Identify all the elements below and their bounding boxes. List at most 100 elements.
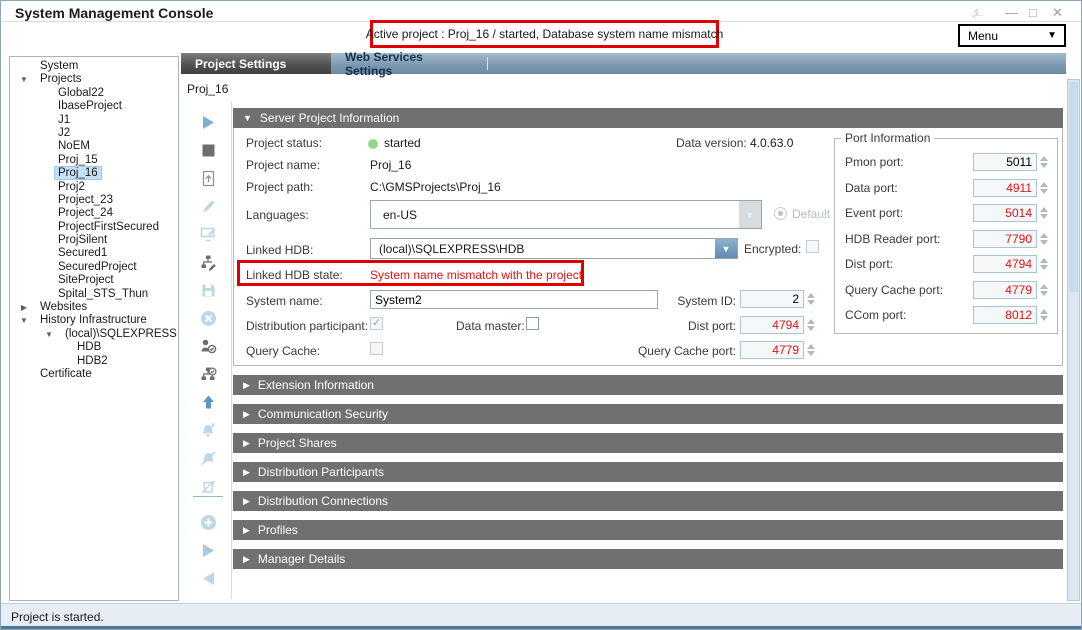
dist-port-spinner[interactable]: 4794 (740, 316, 816, 334)
tree-item[interactable]: ▼History Infrastructure (10, 314, 178, 327)
query-cache-port-spinner[interactable]: 4779 (740, 341, 816, 359)
chevron-down-icon[interactable]: ▼ (739, 201, 761, 228)
section-profiles[interactable]: ▶Profiles (233, 520, 1063, 540)
port-row: CCom port:8012 (835, 306, 1049, 324)
tree-item[interactable]: HDB2 (10, 355, 178, 368)
linked-hdb-state-value: System name mismatch with the project (370, 268, 582, 282)
section-project-shares[interactable]: ▶Project Shares (233, 433, 1063, 453)
activate-prev-icon[interactable] (196, 566, 220, 590)
edit-project-icon[interactable] (196, 194, 220, 218)
chevron-right-icon[interactable]: ▶ (14, 301, 34, 314)
start-project-icon[interactable] (196, 110, 220, 134)
query-cache-checkbox[interactable] (370, 342, 383, 355)
distribution-participant-checkbox[interactable] (370, 317, 383, 330)
cancel-icon[interactable] (196, 306, 220, 330)
maximize-button[interactable]: □ (1029, 5, 1037, 20)
port-label: Data port: (845, 181, 898, 195)
activate-next-icon[interactable] (196, 538, 220, 562)
tree-item-label: J1 (55, 114, 73, 126)
tree-item[interactable]: SiteProject (10, 274, 178, 287)
port-spinner[interactable]: 8012 (973, 306, 1049, 324)
upgrade-project-icon[interactable] (196, 390, 220, 414)
tree-item[interactable]: HDB (10, 341, 178, 354)
tree-item[interactable]: Proj2 (10, 181, 178, 194)
tree-item[interactable]: System (10, 60, 178, 73)
section-extension-information[interactable]: ▶Extension Information (233, 375, 1063, 395)
tree-item-label: Project_23 (55, 194, 116, 206)
port-spinner[interactable]: 4779 (973, 281, 1049, 299)
clear-data-icon[interactable] (196, 474, 220, 498)
data-master-checkbox[interactable] (526, 317, 539, 330)
menu-button[interactable]: Menu ▼ (958, 24, 1066, 47)
tree-item-label: (local)\SQLEXPRESS (62, 328, 179, 340)
tree-item[interactable]: J2 (10, 127, 178, 140)
section-communication-security[interactable]: ▶Communication Security (233, 404, 1063, 424)
save-icon[interactable] (196, 278, 220, 302)
add-icon[interactable] (196, 510, 220, 534)
menu-label: Menu (960, 29, 1047, 43)
tree-item-label: Proj_16 (55, 167, 101, 179)
section-distribution-participants[interactable]: ▶Distribution Participants (233, 462, 1063, 482)
scrollbar-thumb[interactable] (1069, 82, 1078, 292)
section-label: Distribution Participants (258, 465, 384, 479)
tree-item[interactable]: ▼Projects (10, 73, 178, 86)
port-spinner[interactable]: 4911 (973, 179, 1049, 197)
tree-item[interactable]: ▼(local)\SQLEXPRESS (10, 328, 178, 341)
chevron-down-icon[interactable]: ▼ (14, 314, 34, 327)
minimize-button[interactable]: — (1005, 5, 1018, 20)
restore-project-icon[interactable] (196, 166, 220, 190)
tree-item[interactable]: ProjectFirstSecured (10, 221, 178, 234)
chevron-down-icon[interactable]: ▼ (715, 239, 737, 258)
tree-item[interactable]: Secured1 (10, 247, 178, 260)
languages-dropdown[interactable]: en-US ▼ (370, 200, 762, 229)
edit-distribution-icon[interactable] (196, 250, 220, 274)
chevron-right-icon: ▶ (243, 554, 250, 565)
section-label: Manager Details (258, 552, 345, 566)
system-id-spinner[interactable]: 2 (740, 290, 816, 308)
tree-item[interactable]: Project_23 (10, 194, 178, 207)
mute-alarms-icon[interactable] (196, 418, 220, 442)
tab-web-services-settings[interactable]: Web Services Settings (331, 53, 479, 74)
check-project-icon[interactable] (196, 334, 220, 358)
disable-alarms-icon[interactable] (196, 446, 220, 470)
chevron-right-icon: ▶ (243, 496, 250, 507)
close-button[interactable]: ✕ (1052, 5, 1063, 21)
stop-project-icon[interactable] (196, 138, 220, 162)
chevron-down-icon[interactable]: ▼ (39, 328, 59, 341)
port-spinner[interactable]: 4794 (973, 255, 1049, 273)
port-information-group: Port Information Pmon port:5011 Data por… (834, 138, 1058, 334)
vertical-scrollbar[interactable] (1067, 79, 1080, 601)
tree-item[interactable]: IbaseProject (10, 100, 178, 113)
tree-item[interactable]: ProjSilent (10, 234, 178, 247)
tree-item[interactable]: J1 (10, 114, 178, 127)
tree-item[interactable]: ▶Websites (10, 301, 178, 314)
section-label: Profiles (258, 523, 298, 537)
chevron-down-icon[interactable]: ▼ (14, 73, 34, 86)
port-row: Pmon port:5011 (835, 153, 1049, 171)
section-manager-details[interactable]: ▶ Manager Details (233, 549, 1063, 569)
tree-item-label: SiteProject (55, 274, 117, 286)
tree-item[interactable]: Project_24 (10, 207, 178, 220)
toolbar-separator (193, 496, 223, 497)
edit-monitor-icon[interactable] (196, 222, 220, 246)
port-spinner[interactable]: 5014 (973, 204, 1049, 222)
tree-item[interactable]: Certificate (10, 368, 178, 381)
project-name-label: Project name: (246, 158, 320, 172)
default-language-radio[interactable] (774, 207, 787, 220)
port-spinner[interactable]: 5011 (973, 153, 1049, 171)
section-server-project-information[interactable]: ▼ Server Project Information (233, 108, 1063, 128)
tree-item[interactable]: Proj_16 (10, 167, 178, 180)
query-cache-label: Query Cache: (246, 344, 320, 358)
tree-item[interactable]: NoEM (10, 140, 178, 153)
section-distribution-connections[interactable]: ▶Distribution Connections (233, 491, 1063, 511)
tree-item[interactable]: Proj_15 (10, 154, 178, 167)
encrypted-checkbox[interactable] (806, 240, 819, 253)
languages-value: en-US (371, 208, 739, 222)
tree-item[interactable]: SecuredProject (10, 261, 178, 274)
tree-item[interactable]: Global22 (10, 87, 178, 100)
tree-item[interactable]: Spital_STS_Thun (10, 288, 178, 301)
linked-hdb-dropdown[interactable]: (local)\SQLEXPRESS\HDB ▼ (370, 238, 738, 259)
check-distribution-icon[interactable] (196, 362, 220, 386)
system-name-input[interactable] (370, 290, 658, 309)
port-spinner[interactable]: 7790 (973, 230, 1049, 248)
